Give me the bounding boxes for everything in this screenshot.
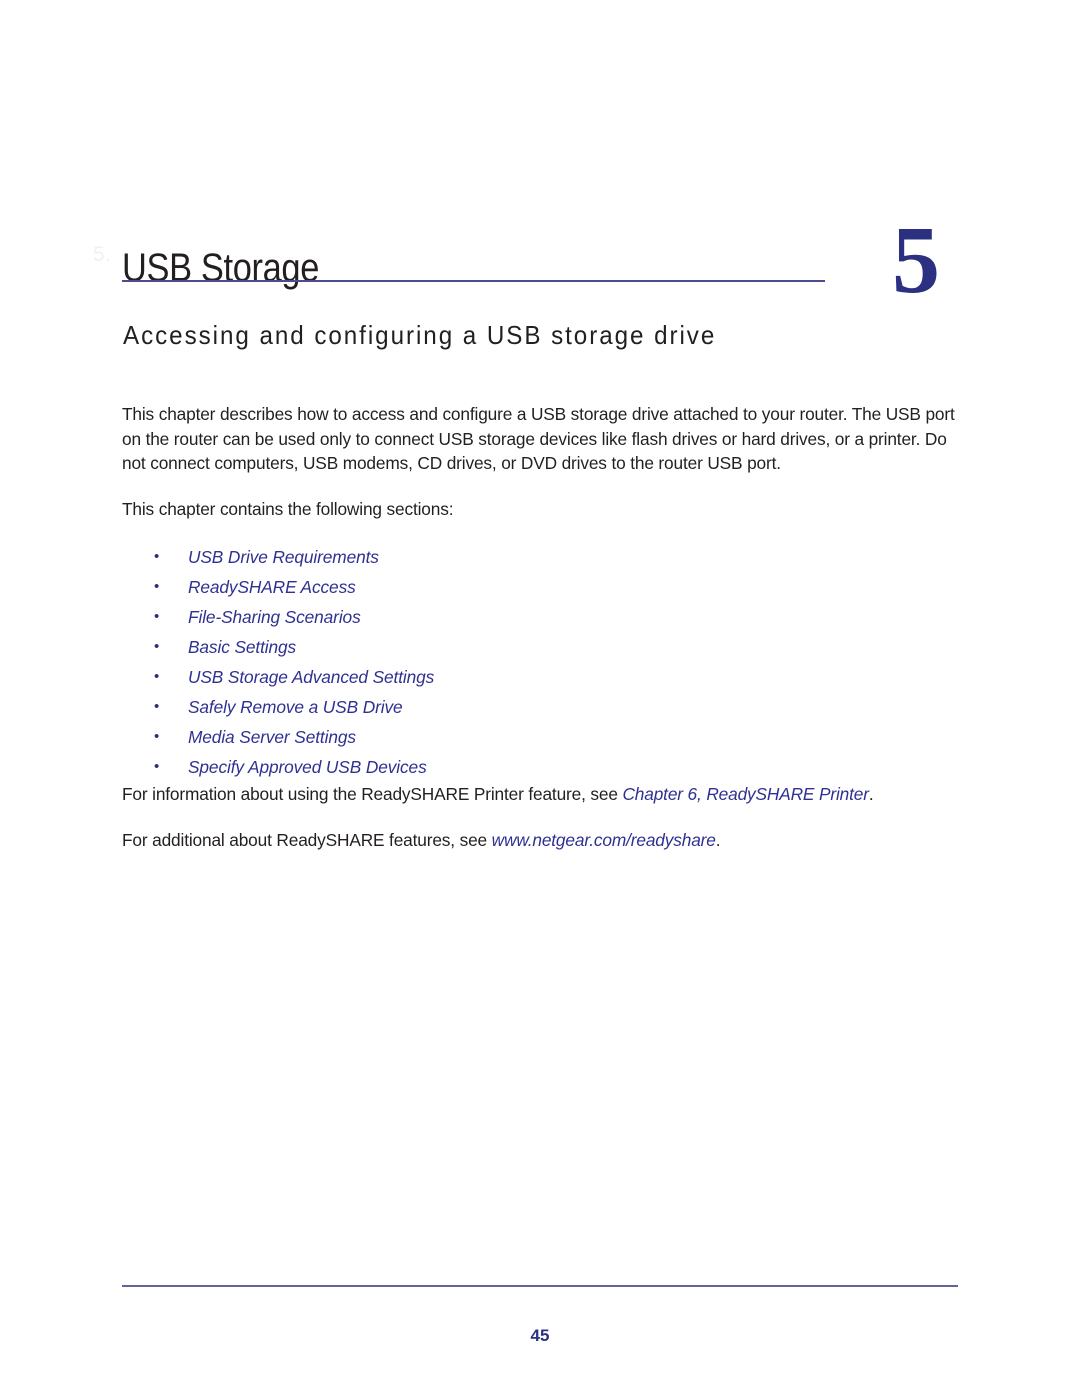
- document-page: 5. USB Storage Accessing and configuring…: [0, 0, 1080, 1397]
- bullet-icon: •: [154, 758, 160, 776]
- title-divider: [122, 280, 825, 282]
- list-item[interactable]: • Media Server Settings: [122, 722, 962, 752]
- web-reference-paragraph: For additional about ReadySHARE features…: [122, 828, 962, 853]
- web-reference-lead: For additional about ReadySHARE features…: [122, 829, 492, 850]
- list-item[interactable]: • Safely Remove a USB Drive: [122, 692, 962, 722]
- section-link-media-server-settings[interactable]: Media Server Settings: [188, 727, 356, 747]
- section-link-safely-remove-a-usb-drive[interactable]: Safely Remove a USB Drive: [188, 697, 403, 717]
- bullet-icon: •: [154, 608, 160, 626]
- chapter-body: This chapter describes how to access and…: [122, 402, 962, 853]
- netgear-readyshare-url-link[interactable]: www.netgear.com/readyshare: [492, 830, 716, 850]
- chapter-number-badge: 5: [892, 206, 940, 313]
- chapter-watermark-number: 5.: [93, 243, 112, 266]
- page-title: USB Storage: [122, 245, 319, 290]
- section-link-file-sharing-scenarios[interactable]: File-Sharing Scenarios: [188, 607, 361, 627]
- printer-reference-lead: For information about using the ReadySHA…: [122, 784, 623, 805]
- list-item[interactable]: • Basic Settings: [122, 632, 962, 662]
- list-item[interactable]: • USB Storage Advanced Settings: [122, 662, 962, 692]
- chapter-header: 5. USB Storage Accessing and configuring…: [93, 206, 958, 350]
- section-link-usb-drive-requirements[interactable]: USB Drive Requirements: [188, 547, 379, 567]
- printer-reference-paragraph: For information about using the ReadySHA…: [122, 782, 962, 807]
- section-link-basic-settings[interactable]: Basic Settings: [188, 637, 296, 657]
- list-item[interactable]: • USB Drive Requirements: [122, 542, 962, 572]
- web-reference-tail: .: [715, 829, 721, 850]
- bullet-icon: •: [154, 668, 160, 686]
- intro-paragraph-1: This chapter describes how to access and…: [122, 404, 955, 474]
- list-item[interactable]: • File-Sharing Scenarios: [122, 602, 962, 632]
- page-number: 45: [530, 1326, 550, 1345]
- bullet-icon: •: [154, 728, 160, 746]
- bullet-icon: •: [154, 578, 160, 596]
- bullet-icon: •: [154, 638, 160, 656]
- chapter-6-readyshare-printer-link[interactable]: Chapter 6, ReadySHARE Printer: [622, 784, 868, 804]
- section-link-usb-storage-advanced-settings[interactable]: USB Storage Advanced Settings: [188, 667, 434, 687]
- printer-reference-tail: .: [868, 784, 874, 805]
- intro-paragraph-2: This chapter contains the following sect…: [122, 498, 454, 519]
- bullet-icon: •: [154, 548, 160, 566]
- footer-divider: [122, 1285, 958, 1287]
- section-link-readyshare-access[interactable]: ReadySHARE Access: [188, 577, 356, 597]
- bullet-icon: •: [154, 698, 160, 716]
- section-link-list: • USB Drive Requirements • ReadySHARE Ac…: [122, 542, 962, 782]
- section-link-specify-approved-usb-devices[interactable]: Specify Approved USB Devices: [188, 757, 427, 777]
- page-subtitle: Accessing and configuring a USB storage …: [123, 319, 717, 350]
- list-item[interactable]: • Specify Approved USB Devices: [122, 752, 962, 782]
- list-item[interactable]: • ReadySHARE Access: [122, 572, 962, 602]
